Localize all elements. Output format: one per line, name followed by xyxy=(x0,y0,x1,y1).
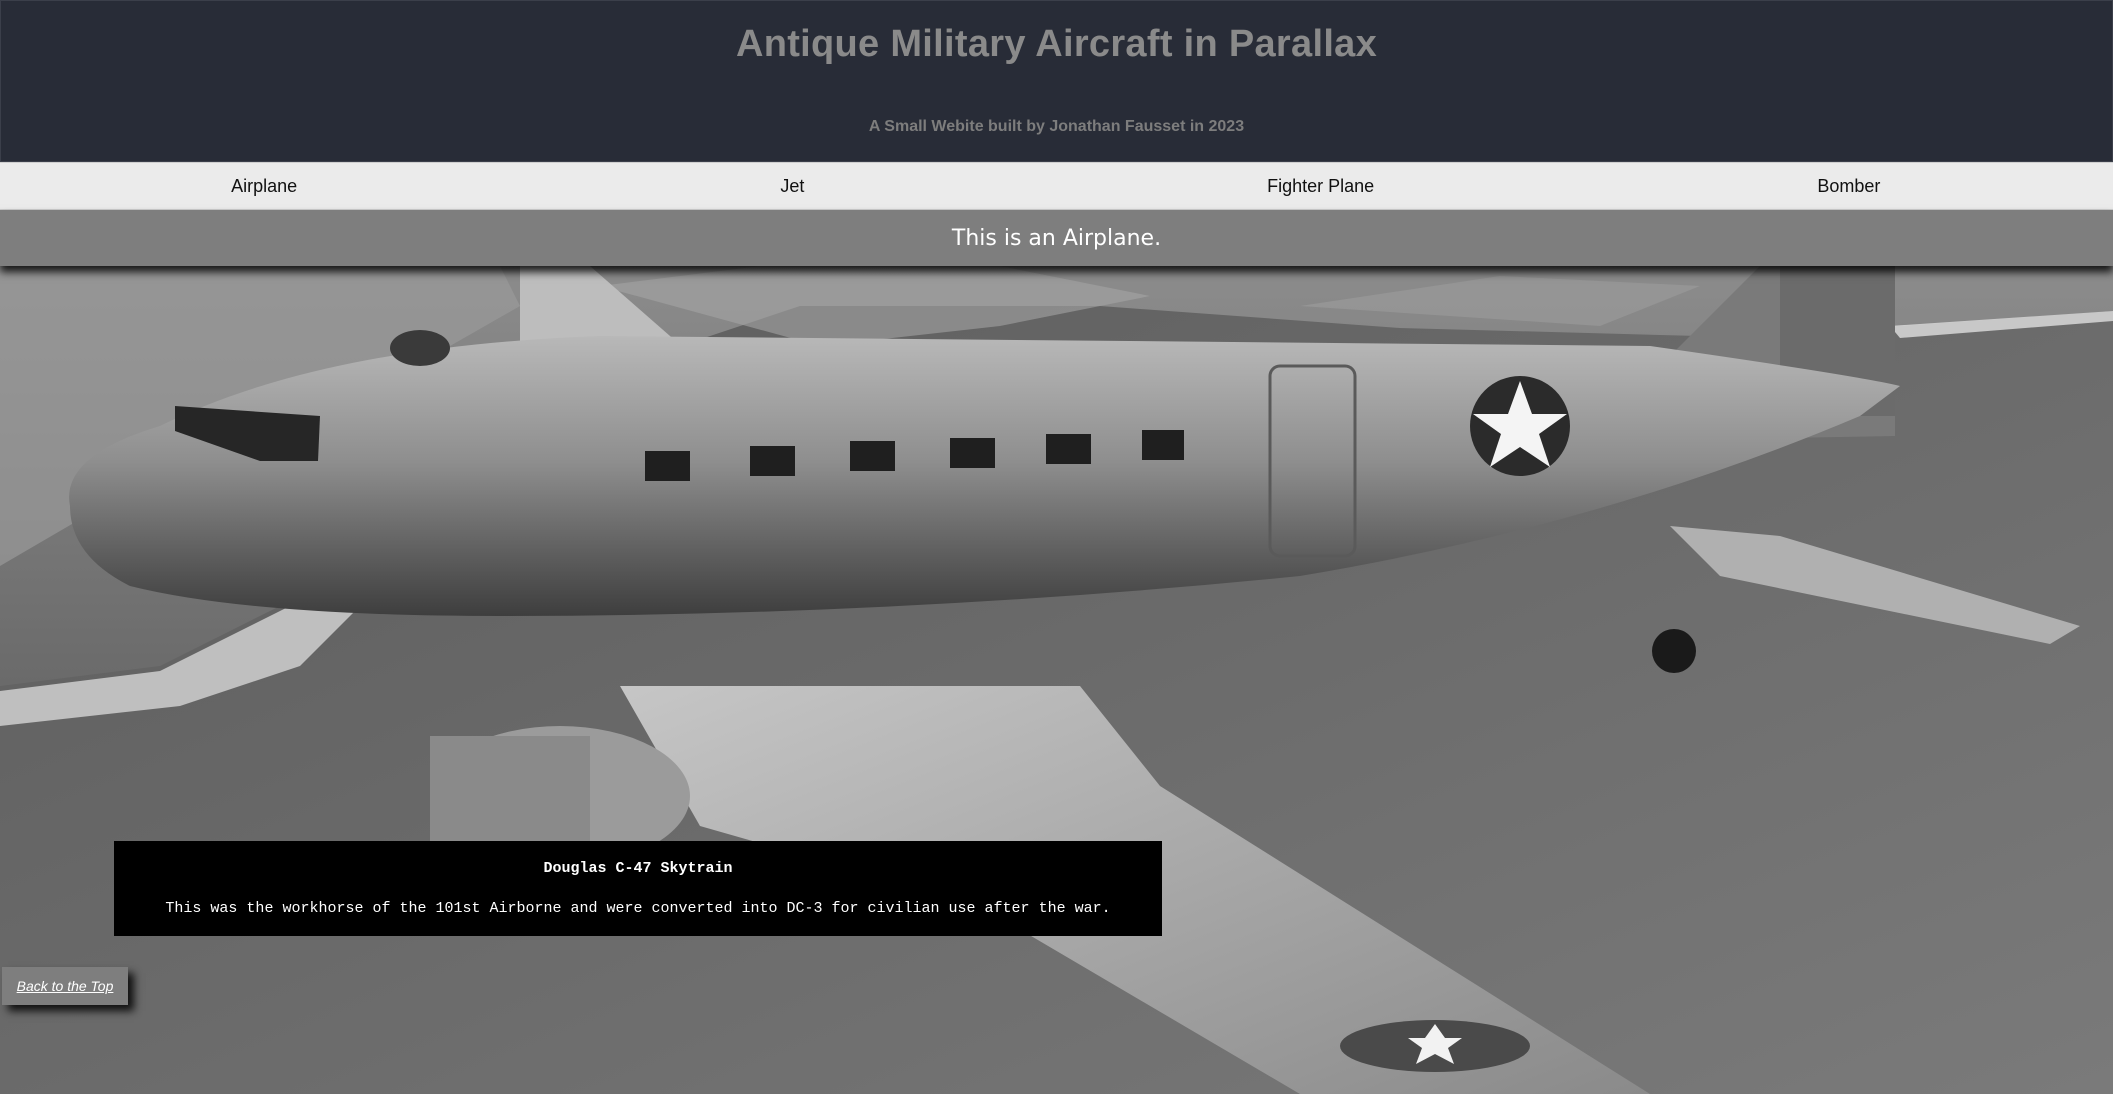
main-nav: Airplane Jet Fighter Plane Bomber xyxy=(0,162,2113,210)
nav-item-airplane[interactable]: Airplane xyxy=(0,163,528,209)
nav-item-bomber[interactable]: Bomber xyxy=(1585,163,2113,209)
nav-item-jet[interactable]: Jet xyxy=(528,163,1056,209)
site-title: Antique Military Aircraft in Parallax xyxy=(735,23,1378,65)
site-header: Antique Military Aircraft in Parallax A … xyxy=(0,0,2113,162)
site-subtitle: A Small Webite built by Jonathan Fausset… xyxy=(868,118,1245,135)
nav-item-fighter-plane[interactable]: Fighter Plane xyxy=(1057,163,1585,209)
caption-body: This was the workhorse of the 101st Airb… xyxy=(165,900,1111,917)
caption-box: Douglas C-47 Skytrain This was the workh… xyxy=(114,841,1162,936)
back-to-top-button[interactable]: Back to the Top xyxy=(2,967,128,1005)
back-to-top-link[interactable]: Back to the Top xyxy=(17,978,114,994)
caption-title: Douglas C-47 Skytrain xyxy=(543,860,733,877)
aircraft-photo xyxy=(0,266,2113,1094)
section-heading: This is an Airplane. xyxy=(951,225,1162,251)
section-heading-bar: This is an Airplane. xyxy=(0,210,2113,266)
